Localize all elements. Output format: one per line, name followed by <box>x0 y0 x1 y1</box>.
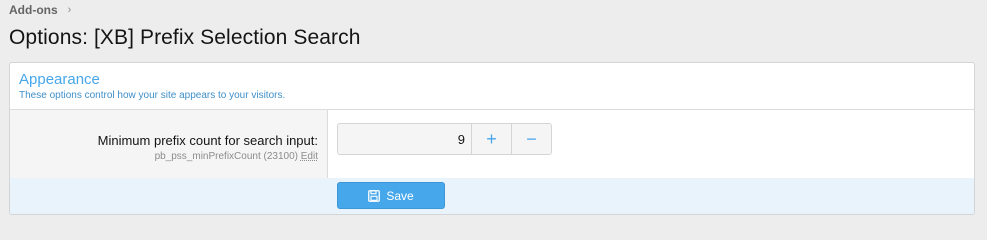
breadcrumb: Add-ons › <box>9 3 71 17</box>
floppy-disk-icon <box>368 189 381 202</box>
block-title: Appearance <box>19 71 100 88</box>
plus-icon: + <box>486 128 497 149</box>
chevron-right-icon: › <box>67 4 72 16</box>
option-row-min-prefix-count: Minimum prefix count for search input: p… <box>10 110 974 179</box>
page-title: Options: [XB] Prefix Selection Search <box>9 26 361 49</box>
option-hint: pb_pss_minPrefixCount (23100) Edit <box>10 151 318 162</box>
decrement-button[interactable]: − <box>511 124 551 154</box>
increment-button[interactable]: + <box>472 124 511 154</box>
page: Add-ons › Options: [XB] Prefix Selection… <box>0 0 987 235</box>
option-label: Minimum prefix count for search input: <box>97 133 318 148</box>
block-header: Appearance These options control how you… <box>10 63 974 110</box>
option-id-text: pb_pss_minPrefixCount (23100) <box>154 151 298 162</box>
save-button[interactable]: Save <box>337 182 445 209</box>
save-button-label: Save <box>386 188 414 203</box>
options-block: Appearance These options control how you… <box>9 62 975 215</box>
min-prefix-count-stepper: + − <box>337 123 552 155</box>
breadcrumb-link-add-ons[interactable]: Add-ons <box>9 3 58 17</box>
form-submit-row: Save <box>10 178 974 214</box>
edit-option-link[interactable]: Edit <box>301 151 318 162</box>
minus-icon: − <box>526 128 537 149</box>
block-description: These options control how your site appe… <box>19 90 286 101</box>
option-label-column: Minimum prefix count for search input: p… <box>10 110 328 178</box>
min-prefix-count-input[interactable] <box>338 124 472 154</box>
